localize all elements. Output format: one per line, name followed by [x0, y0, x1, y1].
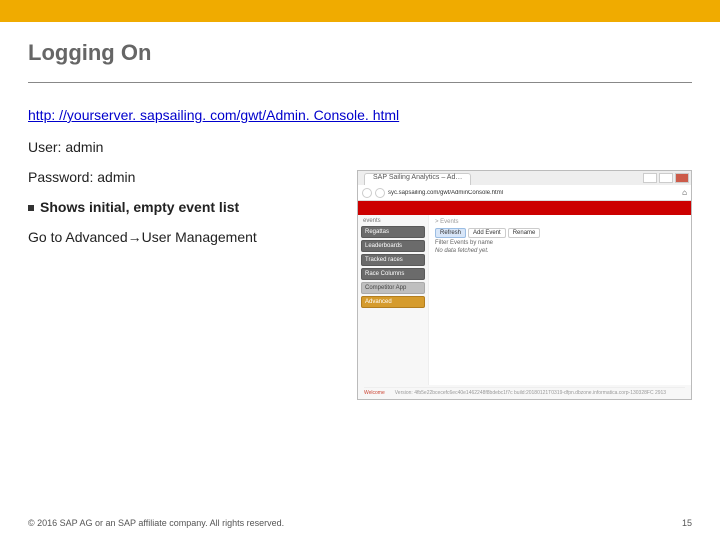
app-ribbon [358, 201, 691, 215]
slide-footer: © 2016 SAP AG or an SAP affiliate compan… [0, 518, 720, 528]
sidebar-item-competitor-app[interactable]: Competitor App [361, 282, 425, 294]
welcome-link[interactable]: Welcome [364, 390, 385, 396]
user-line: User: admin [28, 139, 692, 155]
add-event-button[interactable]: Add Event [468, 228, 506, 238]
empty-state-text: No data fetched yet. [435, 248, 685, 254]
version-text: Version: 4fb5e22bcecefc6ec40e1462248f8bd… [395, 390, 666, 396]
server-url-link[interactable]: http: //yourserver. sapsailing. com/gwt/… [28, 107, 399, 123]
rename-button[interactable]: Rename [508, 228, 541, 238]
arrow-right-icon: → [128, 229, 142, 245]
page-number: 15 [682, 518, 692, 528]
window-controls [643, 173, 691, 183]
divider [28, 82, 692, 83]
main-panel: > Events Refresh Add Event Rename Filter… [428, 215, 691, 385]
sidebar-item-advanced[interactable]: Advanced [361, 296, 425, 308]
sidebar-item-regattas[interactable]: Regattas [361, 226, 425, 238]
refresh-button[interactable]: Refresh [435, 228, 466, 238]
home-icon[interactable]: ⌂ [682, 188, 687, 197]
breadcrumb: > Events [435, 219, 685, 225]
nav-back-icon[interactable] [362, 188, 372, 198]
sidebar-item-race-columns[interactable]: Race Columns [361, 268, 425, 280]
brand-bar [0, 0, 720, 22]
maximize-icon[interactable] [659, 173, 673, 183]
page-title: Logging On [28, 40, 692, 66]
copyright: © 2016 SAP AG or an SAP affiliate compan… [28, 518, 284, 528]
close-icon[interactable] [675, 173, 689, 183]
nav-forward-icon[interactable] [375, 188, 385, 198]
toolbar: Refresh Add Event Rename [435, 228, 685, 238]
sidebar-item-leaderboards[interactable]: Leaderboards [361, 240, 425, 252]
window-titlebar: SAP Sailing Analytics – Ad… [358, 171, 691, 185]
filter-label: Filter Events by name [435, 240, 685, 246]
sidebar-section-label: events [361, 218, 425, 224]
status-bar: Welcome Version: 4fb5e22bcecefc6ec40e146… [364, 387, 685, 396]
sidebar: events Regattas Leaderboards Tracked rac… [358, 215, 428, 385]
app-body: events Regattas Leaderboards Tracked rac… [358, 215, 691, 385]
admin-console-screenshot: SAP Sailing Analytics – Ad… syc.sapsaili… [357, 170, 692, 400]
url-field[interactable]: syc.sapsailing.com/gwt/AdminConsole.html [388, 190, 679, 196]
minimize-icon[interactable] [643, 173, 657, 183]
browser-tab[interactable]: SAP Sailing Analytics – Ad… [364, 173, 471, 185]
address-bar: syc.sapsailing.com/gwt/AdminConsole.html… [358, 185, 691, 201]
bullet-icon [28, 205, 34, 211]
sidebar-item-tracked-races[interactable]: Tracked races [361, 254, 425, 266]
